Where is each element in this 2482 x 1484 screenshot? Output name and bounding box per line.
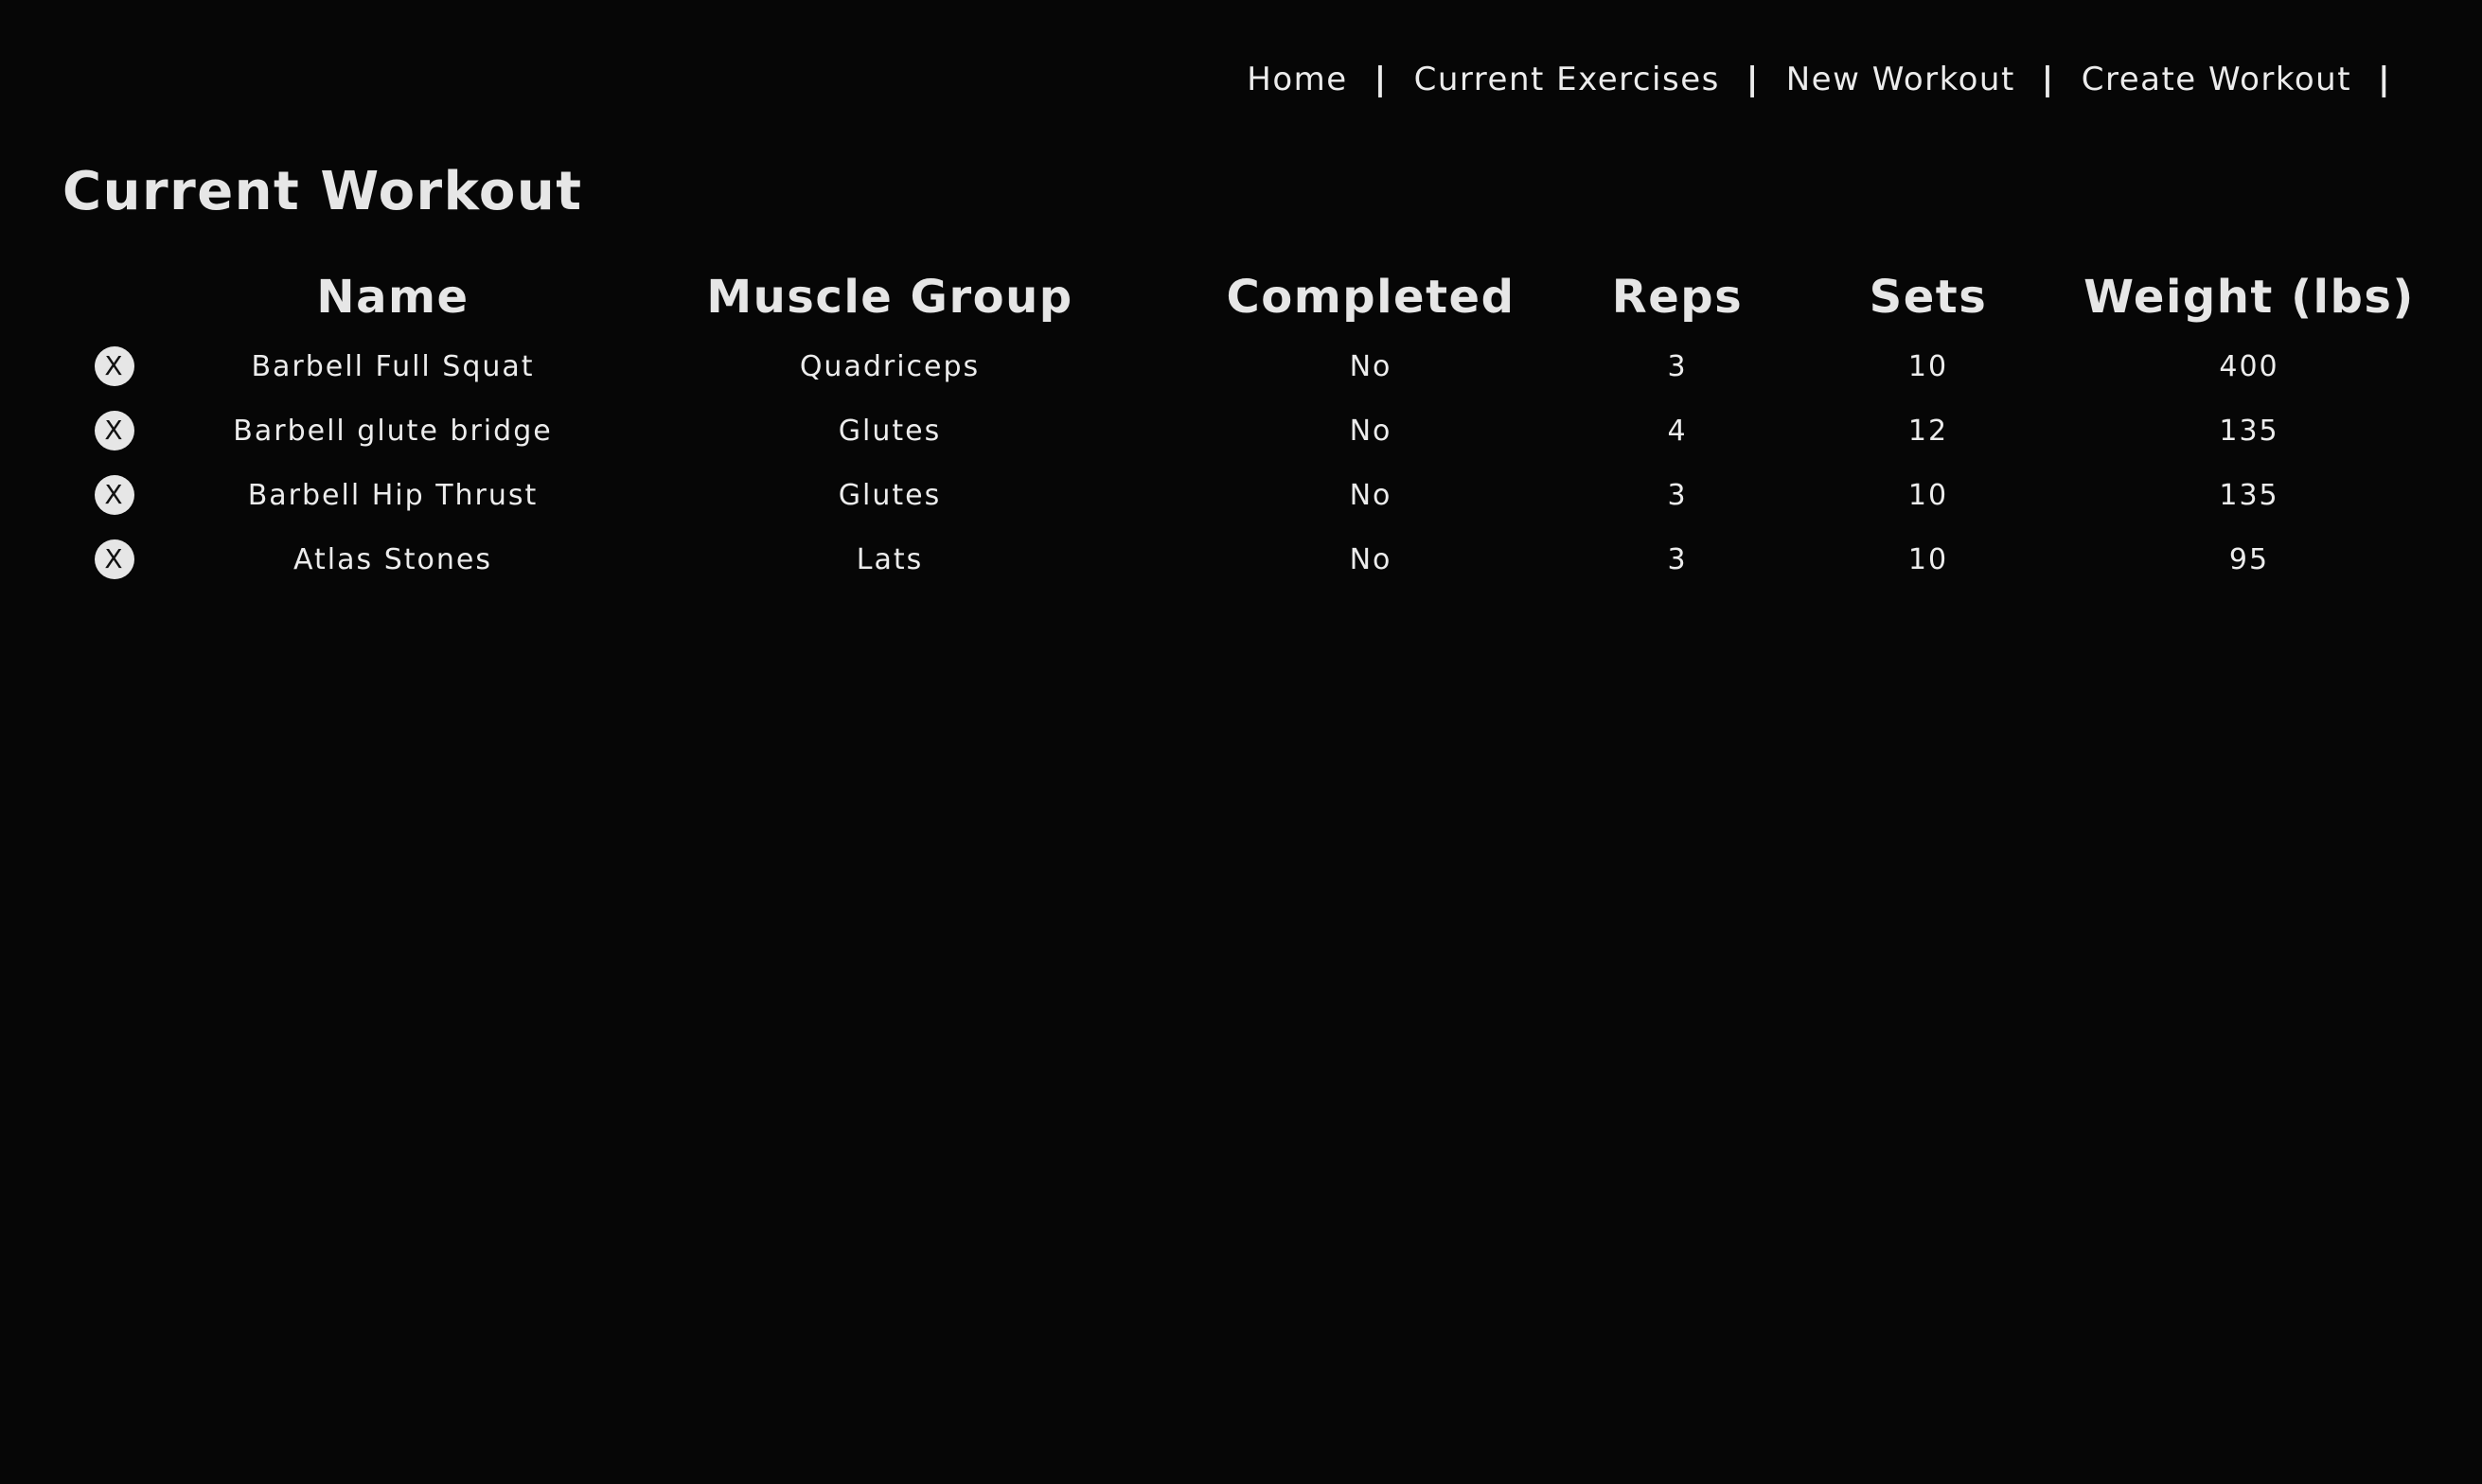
remove-exercise-button[interactable]: X bbox=[95, 539, 134, 579]
exercise-name: Barbell Hip Thrust bbox=[247, 478, 539, 512]
completed-status: No bbox=[1349, 349, 1392, 383]
sets-value: 10 bbox=[1907, 542, 1949, 576]
sets-value: 10 bbox=[1907, 478, 1949, 512]
completed-column-header: Completed bbox=[1226, 271, 1516, 324]
nav-new-workout-link[interactable]: New Workout bbox=[1786, 61, 2015, 98]
weight-value: 95 bbox=[2228, 542, 2270, 576]
remove-column-header bbox=[0, 260, 229, 334]
remove-cell: X bbox=[0, 463, 229, 527]
table-row: X Barbell Full Squat Quadriceps No 3 10 … bbox=[0, 334, 2478, 398]
table-header-row: Name Muscle Group Completed Reps Sets We… bbox=[0, 260, 2478, 334]
reps-value: 4 bbox=[1667, 414, 1688, 448]
nav-current-exercises-link[interactable]: Current Exercises bbox=[1414, 61, 1720, 98]
table-row: X Atlas Stones Lats No 3 10 95 bbox=[0, 527, 2478, 592]
muscle-group: Lats bbox=[856, 542, 924, 576]
exercise-name: Atlas Stones bbox=[293, 542, 492, 576]
nav-separator: | bbox=[2378, 61, 2391, 98]
reps-value: 3 bbox=[1667, 542, 1688, 576]
nav-create-workout-link[interactable]: Create Workout bbox=[2082, 61, 2351, 98]
completed-status: No bbox=[1349, 542, 1392, 576]
muscle-group: Quadriceps bbox=[799, 349, 981, 383]
exercise-name: Barbell glute bridge bbox=[233, 414, 553, 448]
remove-exercise-button[interactable]: X bbox=[95, 411, 134, 450]
muscle-group: Glutes bbox=[838, 478, 942, 512]
table-row: X Barbell Hip Thrust Glutes No 3 10 135 bbox=[0, 463, 2478, 527]
remove-exercise-button[interactable]: X bbox=[95, 475, 134, 515]
reps-column-header: Reps bbox=[1611, 271, 1744, 324]
nav-separator: | bbox=[1374, 61, 1388, 98]
weight-value: 135 bbox=[2219, 414, 2279, 448]
page-title: Current Workout bbox=[62, 161, 583, 222]
reps-value: 3 bbox=[1667, 478, 1688, 512]
muscle-group: Glutes bbox=[838, 414, 942, 448]
weight-value: 400 bbox=[2219, 349, 2279, 383]
weight-value: 135 bbox=[2219, 478, 2279, 512]
weight-column-header: Weight (lbs) bbox=[2083, 271, 2415, 324]
remove-exercise-button[interactable]: X bbox=[95, 346, 134, 386]
completed-status: No bbox=[1349, 478, 1392, 512]
nav-home-link[interactable]: Home bbox=[1247, 61, 1347, 98]
remove-cell: X bbox=[0, 334, 229, 398]
workout-table: Name Muscle Group Completed Reps Sets We… bbox=[0, 260, 2478, 592]
muscle-group-column-header: Muscle Group bbox=[706, 271, 1073, 324]
name-column-header: Name bbox=[316, 271, 470, 324]
exercise-name: Barbell Full Squat bbox=[251, 349, 535, 383]
sets-value: 12 bbox=[1907, 414, 1949, 448]
table-row: X Barbell glute bridge Glutes No 4 12 13… bbox=[0, 398, 2478, 463]
nav-separator: | bbox=[1746, 61, 1760, 98]
reps-value: 3 bbox=[1667, 349, 1688, 383]
sets-value: 10 bbox=[1907, 349, 1949, 383]
nav-separator: | bbox=[2041, 61, 2055, 98]
sets-column-header: Sets bbox=[1869, 271, 1988, 324]
remove-cell: X bbox=[0, 527, 229, 592]
completed-status: No bbox=[1349, 414, 1392, 448]
top-navigation: Home | Current Exercises | New Workout |… bbox=[1247, 61, 2418, 98]
remove-cell: X bbox=[0, 398, 229, 463]
